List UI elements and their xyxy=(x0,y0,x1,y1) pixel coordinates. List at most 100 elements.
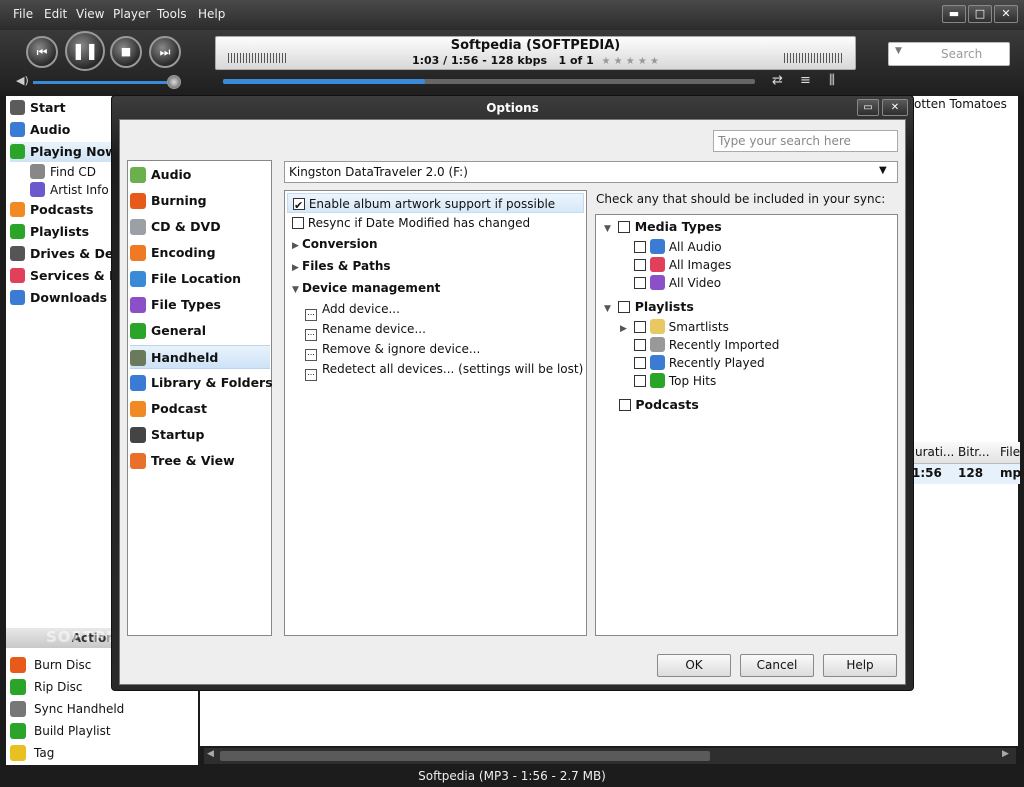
dialog-close-button[interactable]: ✕ xyxy=(882,99,908,116)
ok-button[interactable]: OK xyxy=(657,654,731,677)
category-burning[interactable]: Burning xyxy=(130,189,270,213)
action-build-playlist[interactable]: Build Playlist xyxy=(10,721,111,741)
tree-item-playlists[interactable]: Playlists xyxy=(10,222,89,242)
chevron-down-icon[interactable]: ▼ xyxy=(879,165,887,176)
redetect-devices-button[interactable]: ... Redetect all devices... (settings wil… xyxy=(305,359,583,381)
sync-all-video[interactable]: All Video xyxy=(634,273,721,293)
add-device-button[interactable]: ... Add device... xyxy=(305,299,400,321)
category-audio[interactable]: Audio xyxy=(130,163,270,187)
dialog-maximize-button[interactable]: ▭ xyxy=(857,99,879,116)
category-general[interactable]: General xyxy=(130,319,270,343)
tree-item-artist-info[interactable]: Artist Info xyxy=(30,180,109,200)
option-resync[interactable]: Resync if Date Modified has changed xyxy=(292,213,530,233)
section-conversion[interactable]: ▶ Conversion xyxy=(292,234,378,254)
sync-playlists[interactable]: ▼ Playlists xyxy=(604,297,694,317)
tree-item-services-pl[interactable]: Services & Pl xyxy=(10,266,122,286)
category-file-types[interactable]: File Types xyxy=(130,293,270,317)
menu-player[interactable]: Player xyxy=(113,7,150,21)
volume-handle[interactable] xyxy=(167,75,181,89)
sync-all-audio[interactable]: All Audio xyxy=(634,237,722,257)
menu-file[interactable]: File xyxy=(13,7,33,21)
category-handheld[interactable]: Handheld xyxy=(130,345,270,369)
playlists-checkbox[interactable] xyxy=(618,301,631,313)
sync-smartlists[interactable]: ▶ Smartlists xyxy=(620,317,729,337)
tree-item-drives-dev[interactable]: Drives & Dev xyxy=(10,244,122,264)
section-device-management[interactable]: ▼ Device management xyxy=(292,278,440,298)
menu-tools[interactable]: Tools xyxy=(157,7,187,21)
scroll-right-icon[interactable]: ▶ xyxy=(1002,749,1009,759)
top-hits-checkbox[interactable] xyxy=(634,375,646,387)
scroll-thumb[interactable] xyxy=(220,751,710,761)
all-images-checkbox[interactable] xyxy=(634,259,646,271)
option-artwork[interactable]: Enable album artwork support if possible xyxy=(287,193,584,216)
column-duration[interactable]: urati... xyxy=(915,445,954,459)
column-file[interactable]: File xyxy=(1000,445,1020,459)
minimize-button[interactable]: ▬ xyxy=(942,5,966,23)
sync-top-hits[interactable]: Top Hits xyxy=(634,371,716,391)
category-cd-dvd[interactable]: CD & DVD xyxy=(130,215,270,239)
close-button[interactable]: ✕ xyxy=(994,5,1018,23)
device-select[interactable]: Kingston DataTraveler 2.0 (F:) ▼ xyxy=(284,161,898,183)
recently-imported-checkbox[interactable] xyxy=(634,339,646,351)
smartlists-checkbox[interactable] xyxy=(633,321,646,333)
category-tree-view[interactable]: Tree & View xyxy=(130,449,270,473)
horizontal-scrollbar[interactable]: ◀ ▶ xyxy=(204,748,1016,764)
rating-stars[interactable]: ★ ★ ★ ★ ★ xyxy=(601,56,659,67)
action-tag[interactable]: Tag xyxy=(10,743,54,763)
column-bitrate[interactable]: Bitr... xyxy=(958,445,990,459)
tree-item-label: Downloads xyxy=(30,290,108,305)
options-search-input[interactable]: Type your search here xyxy=(713,130,898,152)
resync-checkbox[interactable] xyxy=(292,217,304,229)
sync-all-images[interactable]: All Images xyxy=(634,255,731,275)
category-file-location[interactable]: File Location xyxy=(130,267,270,291)
search-dropdown-icon[interactable]: ▼ xyxy=(895,46,902,56)
recently-played-checkbox[interactable] xyxy=(634,357,646,369)
category-library-folders[interactable]: Library & Folders xyxy=(130,371,273,395)
all-video-checkbox[interactable] xyxy=(634,277,646,289)
all-audio-checkbox[interactable] xyxy=(634,241,646,253)
equalizer-icon[interactable]: ⫼ xyxy=(829,73,835,88)
playlist-icon[interactable]: ≡ xyxy=(800,73,811,88)
search-box[interactable]: ▼ Search xyxy=(888,42,1010,66)
sync-media-types[interactable]: ▼ Media Types xyxy=(604,217,722,237)
action-rip-disc[interactable]: Rip Disc xyxy=(10,677,83,697)
tree-item-find-cd[interactable]: Find CD xyxy=(30,162,96,182)
help-button[interactable]: Help xyxy=(823,654,897,677)
tree-item-start[interactable]: Start xyxy=(10,98,66,118)
action-sync-handheld[interactable]: Sync Handheld xyxy=(10,699,124,719)
podcasts-checkbox[interactable] xyxy=(619,399,631,411)
category-encoding[interactable]: Encoding xyxy=(130,241,270,265)
tree-item-podcasts[interactable]: Podcasts xyxy=(10,200,93,220)
category-startup[interactable]: Startup xyxy=(130,423,270,447)
pause-button[interactable]: ❚❚ xyxy=(65,31,105,71)
tree-item-label: Start xyxy=(30,100,66,115)
menu-help[interactable]: Help xyxy=(198,7,225,21)
menu-edit[interactable]: Edit xyxy=(44,7,67,21)
artwork-checkbox[interactable] xyxy=(293,196,305,216)
media-types-checkbox[interactable] xyxy=(618,221,631,233)
next-button[interactable]: ⏭ xyxy=(149,36,181,68)
volume-slider[interactable] xyxy=(33,81,173,84)
sync-podcasts[interactable]: Podcasts xyxy=(619,395,699,415)
sync-recently-played[interactable]: Recently Played xyxy=(634,353,765,373)
repeat-icon[interactable]: ⇄ xyxy=(772,73,783,88)
tree-item-playing-now[interactable]: Playing Now xyxy=(10,142,120,162)
action-burn-disc[interactable]: Burn Disc xyxy=(10,655,91,675)
device-management-label: Device management xyxy=(302,281,441,295)
category-label: Podcast xyxy=(151,401,207,416)
rename-device-button[interactable]: ... Rename device... xyxy=(305,319,426,341)
sync-recently-imported[interactable]: Recently Imported xyxy=(634,335,779,355)
previous-button[interactable]: ⏮ xyxy=(26,36,58,68)
remove-device-button[interactable]: ... Remove & ignore device... xyxy=(305,339,480,361)
stop-button[interactable]: ■ xyxy=(110,36,142,68)
cancel-button[interactable]: Cancel xyxy=(740,654,814,677)
action-label: Build Playlist xyxy=(34,724,111,738)
maximize-button[interactable]: □ xyxy=(968,5,992,23)
category-podcast[interactable]: Podcast xyxy=(130,397,270,421)
table-row[interactable]: 1:56 128 mp xyxy=(900,464,1021,484)
section-files-paths[interactable]: ▶ Files & Paths xyxy=(292,256,391,276)
tree-item-audio[interactable]: Audio xyxy=(10,120,70,140)
menu-view[interactable]: View xyxy=(76,7,104,21)
scroll-left-icon[interactable]: ◀ xyxy=(207,749,214,759)
tree-item-downloads[interactable]: Downloads xyxy=(10,288,107,308)
